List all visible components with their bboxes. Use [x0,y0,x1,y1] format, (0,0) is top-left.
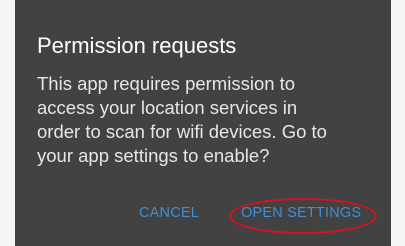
open-settings-button[interactable]: OPEN SETTINGS [241,204,361,222]
cancel-button[interactable]: CANCEL [139,204,199,222]
dialog-title: Permission requests [37,33,237,58]
dialog-actions: CANCEL OPEN SETTINGS [15,198,391,234]
dialog-message: This app requires permission to access y… [37,73,327,166]
permission-dialog: Permission requests This app requires pe… [15,0,391,246]
